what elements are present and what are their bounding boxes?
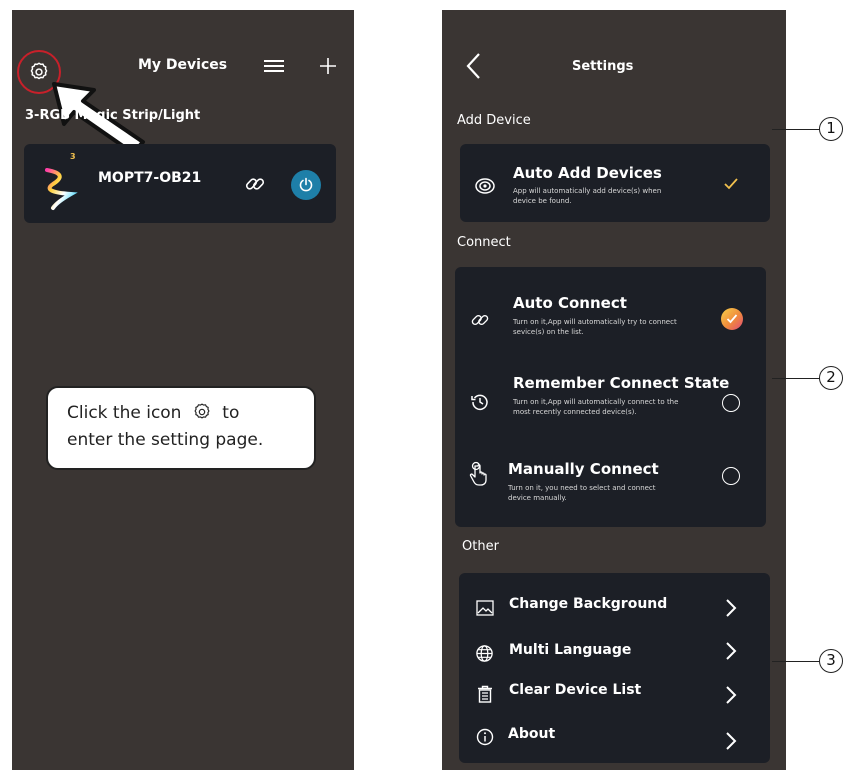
image-icon — [476, 600, 494, 616]
manual-desc-1: Turn on it, you need to select and conne… — [508, 484, 656, 492]
instruction-tooltip: Click the icon to enter the setting page… — [46, 386, 316, 470]
section-add-device: Add Device — [457, 113, 531, 128]
hand-touch-icon — [467, 461, 489, 487]
section-connect: Connect — [457, 235, 511, 250]
auto-connect-checkbox-checked[interactable] — [721, 308, 743, 330]
tooltip-text-after: to — [222, 403, 240, 423]
device-badge: 3 — [70, 152, 76, 161]
chevron-right-icon — [725, 685, 737, 705]
multi-language-row[interactable]: Multi Language — [459, 636, 770, 670]
auto-add-devices-row[interactable]: Auto Add Devices App will automatically … — [460, 144, 770, 222]
clear-device-list-row[interactable]: Clear Device List — [459, 677, 770, 711]
other-item-label: Clear Device List — [509, 682, 642, 698]
checkmark-icon[interactable] — [723, 177, 739, 191]
manually-connect-row[interactable]: Manually Connect Turn on it, you need to… — [455, 445, 766, 523]
auto-add-desc-1: App will automatically add device(s) whe… — [513, 187, 662, 195]
tooltip-text-before: Click the icon — [67, 403, 182, 423]
remember-desc-1: Turn on it,App will automatically connec… — [513, 398, 679, 406]
power-button[interactable] — [291, 170, 321, 200]
add-device-icon[interactable] — [318, 56, 338, 76]
auto-connect-desc-2: sevice(s) on the list. — [513, 328, 584, 336]
callout-1: 1 — [819, 117, 843, 141]
chevron-right-icon — [725, 598, 737, 618]
other-item-label: Multi Language — [509, 642, 632, 658]
change-background-row[interactable]: Change Background — [459, 591, 770, 625]
globe-icon — [475, 644, 494, 663]
remember-radio-unchecked[interactable] — [722, 394, 740, 412]
device-name: MOPT7-OB21 — [98, 170, 202, 186]
auto-connect-title: Auto Connect — [513, 294, 627, 312]
section-other: Other — [462, 539, 499, 554]
remember-title: Remember Connect State — [513, 374, 730, 392]
back-chevron-icon[interactable] — [466, 52, 482, 80]
page-title: Settings — [572, 59, 634, 74]
remember-connect-state-row[interactable]: Remember Connect State Turn on it,App wi… — [455, 363, 766, 441]
link-icon[interactable] — [243, 172, 267, 196]
chevron-right-icon — [725, 731, 737, 751]
auto-add-desc-2: device be found. — [513, 197, 572, 205]
connect-options-card: Auto Connect Turn on it,App will automat… — [455, 267, 766, 527]
about-row[interactable]: About — [459, 721, 770, 755]
history-icon — [470, 392, 490, 412]
callout-3: 3 — [819, 649, 843, 673]
other-item-label: Change Background — [509, 596, 668, 612]
manual-title: Manually Connect — [508, 460, 659, 478]
callout-2: 2 — [819, 366, 843, 390]
callout-line-1 — [772, 129, 820, 130]
remember-desc-2: most recently connected device(s). — [513, 408, 637, 416]
auto-connect-row[interactable]: Auto Connect Turn on it,App will automat… — [455, 267, 766, 347]
device-card[interactable]: 3 MOPT7-OB21 — [24, 144, 336, 223]
chevron-right-icon — [725, 641, 737, 661]
list-menu-icon[interactable] — [263, 59, 285, 73]
settings-screen: Settings Add Device Auto Add Devices App… — [442, 10, 786, 770]
power-icon — [299, 177, 313, 192]
other-item-label: About — [508, 726, 556, 742]
other-options-card: Change Background Multi Language Clear D… — [459, 573, 770, 763]
tooltip-line-2: enter the setting page. — [67, 430, 264, 450]
auto-connect-desc-1: Turn on it,App will automatically try to… — [513, 318, 677, 326]
callout-line-3 — [772, 661, 820, 662]
manual-desc-2: device manually. — [508, 494, 567, 502]
trash-icon — [477, 685, 493, 703]
device-group-label: 3-RGB Magic Strip/Light — [25, 108, 201, 123]
manual-radio-unchecked[interactable] — [722, 467, 740, 485]
gear-icon[interactable] — [28, 61, 50, 83]
radar-icon — [474, 177, 496, 195]
gear-icon-inline — [192, 402, 212, 422]
info-icon — [476, 728, 494, 746]
my-devices-screen: My Devices 3-RGB Magic Strip/Light 3 MOP… — [12, 10, 354, 770]
page-title: My Devices — [138, 57, 228, 73]
link-icon — [469, 309, 491, 331]
callout-line-2 — [772, 378, 820, 379]
led-strip-icon — [43, 158, 79, 212]
auto-add-title: Auto Add Devices — [513, 164, 662, 182]
